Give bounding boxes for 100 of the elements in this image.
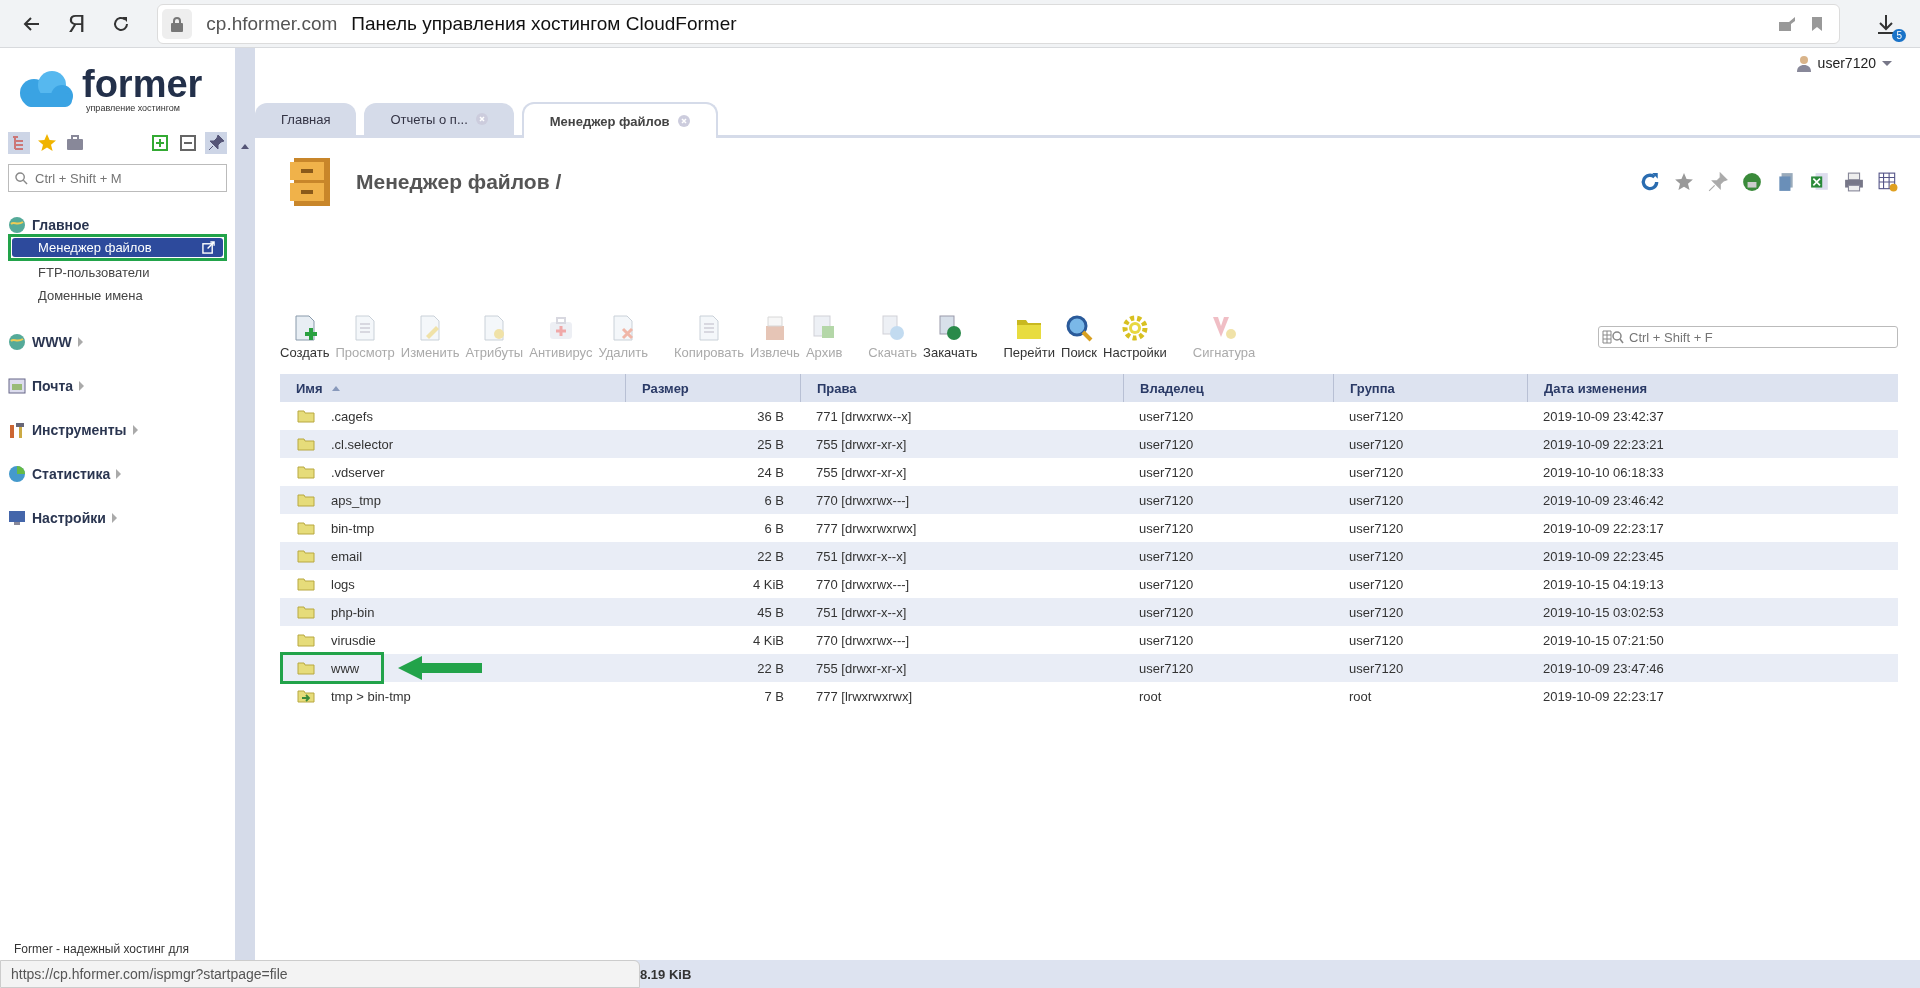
document-icon[interactable] — [1776, 172, 1796, 192]
table-cell: 22 B — [625, 542, 800, 570]
table-cell: 755 [drwxr-xr-x] — [800, 654, 1123, 682]
column-header[interactable]: Имя — [280, 374, 625, 402]
toolbar-button[interactable]: Создать — [280, 314, 330, 360]
bookmark-icon[interactable] — [1811, 15, 1823, 32]
brand-tagline: управление хостингом — [85, 103, 182, 113]
column-header[interactable]: Права — [800, 374, 1123, 402]
table-cell-text: 770 [drwxrwx---] — [815, 575, 911, 594]
table-search-field[interactable]: Ctrl + Shift + F — [1598, 326, 1898, 348]
star-icon[interactable] — [1674, 172, 1694, 192]
search-icon — [15, 172, 28, 185]
table-cell: user7120 — [1333, 430, 1527, 458]
menu-section[interactable]: Статистика — [8, 465, 227, 483]
table-cell-text: 755 [drwxr-xr-x] — [815, 463, 908, 482]
column-header[interactable]: Размер — [625, 374, 800, 402]
table-cell-text: user7120 — [1348, 463, 1405, 482]
globe-icon — [8, 216, 26, 234]
table-cell-text: 36 B — [756, 407, 785, 426]
table-cell: 6 B — [625, 486, 800, 514]
tab[interactable]: Менеджер файлов — [521, 102, 718, 138]
collapse-all-icon[interactable] — [177, 132, 199, 154]
printer-icon[interactable] — [1844, 172, 1864, 192]
menu-search-field[interactable]: Ctrl + Shift + M — [8, 164, 227, 192]
table-cell-text: user7120 — [1138, 519, 1195, 538]
table-cell-text: 771 [drwxrwx--x] — [815, 407, 913, 426]
table-cell: user7120 — [1123, 542, 1333, 570]
menu-section[interactable]: Почта — [8, 377, 227, 395]
file-name[interactable]: email — [331, 548, 363, 564]
table-cell: 2019-10-15 03:02:53 — [1527, 598, 1898, 626]
toolbar-button[interactable]: Настройки — [1103, 314, 1167, 360]
toolbar-button[interactable]: Закачать — [923, 314, 978, 360]
external-link-icon[interactable] — [202, 241, 215, 254]
file-name[interactable]: php-bin — [331, 604, 375, 620]
menu-item[interactable]: Доменные имена — [12, 288, 223, 303]
table-cell: 751 [drwxr-x--x] — [800, 598, 1123, 626]
address-bar[interactable]: cp.hformer.com Панель управления хостингом CloudFormer — [157, 3, 1840, 44]
browser-logo[interactable]: Я — [68, 9, 86, 38]
table-cell-text: 4 KiB — [751, 575, 785, 594]
file-name[interactable]: www — [331, 660, 360, 676]
table-cell-text: 2019-10-09 22:23:17 — [1542, 519, 1665, 538]
menu-section[interactable]: Главное — [8, 216, 227, 234]
table-cell-text: root — [1138, 687, 1163, 706]
table-cell: user7120 — [1333, 486, 1527, 514]
user-menu[interactable]: user7120 — [1795, 48, 1892, 78]
table-cell-text: 7 B — [763, 687, 785, 706]
table-cell: user7120 — [1123, 654, 1333, 682]
download-count: 5 — [1892, 28, 1906, 42]
tab[interactable]: Главная — [255, 103, 357, 135]
table-cell-text: user7120 — [1348, 631, 1405, 650]
globe-icon[interactable] — [1742, 172, 1762, 192]
page-title: Панель управления хостингом CloudFormer — [351, 12, 737, 35]
pin-icon[interactable] — [1708, 172, 1728, 192]
table-cell: user7120 — [1123, 598, 1333, 626]
menu-section[interactable]: WWW — [8, 333, 227, 351]
table-cell-text: user7120 — [1348, 519, 1405, 538]
table-cell-text: user7120 — [1348, 407, 1405, 426]
toolbar-button[interactable]: Перейти — [1003, 314, 1056, 360]
table-cell-text: 2019-10-10 06:18:33 — [1542, 463, 1665, 482]
collapse-up-icon[interactable] — [240, 142, 250, 150]
table-cell-text: user7120 — [1138, 631, 1195, 650]
menu-section[interactable]: Настройки — [8, 509, 227, 527]
column-header[interactable]: Дата изменения — [1527, 374, 1898, 402]
table-cell-text: 777 [lrwxrwxrwx] — [815, 687, 914, 706]
table-cell: user7120 — [1333, 542, 1527, 570]
page-heading: Менеджер файлов / — [356, 170, 562, 194]
tree-view-icon[interactable] — [8, 132, 30, 154]
expand-all-icon[interactable] — [149, 132, 171, 154]
menu-item[interactable]: FTP-пользователи — [12, 265, 223, 280]
table-cell-text: 6 B — [763, 519, 785, 538]
spreadsheet-icon[interactable] — [1810, 172, 1830, 192]
table-cell: 755 [drwxr-xr-x] — [800, 430, 1123, 458]
table-cell: 2019-10-09 23:46:42 — [1527, 486, 1898, 514]
file-name[interactable]: virusdie — [331, 632, 376, 648]
file-name[interactable]: .cagefs — [331, 408, 373, 424]
file-name[interactable]: tmp > bin-tmp — [331, 688, 411, 704]
table-cell: user7120 — [1333, 654, 1527, 682]
pie-chart-icon — [8, 465, 26, 483]
table-settings-icon[interactable] — [1878, 172, 1898, 192]
menu-item[interactable]: Менеджер файлов — [12, 238, 223, 257]
status-text: 8.19 KiB — [640, 966, 692, 982]
refresh-icon[interactable] — [1640, 172, 1660, 192]
tab[interactable]: Отчеты о п... — [364, 103, 514, 135]
file-name[interactable]: .cl.selector — [331, 436, 394, 452]
download-icon — [1876, 12, 1896, 35]
pin-icon[interactable] — [205, 132, 227, 154]
menu-section[interactable]: Инструменты — [8, 421, 227, 439]
table-cell: 22 B — [625, 654, 800, 682]
download-button[interactable]: 5 — [1866, 3, 1906, 44]
table-cell: 25 B — [625, 430, 800, 458]
toolbar-button[interactable]: Поиск — [1061, 314, 1098, 360]
file-name[interactable]: aps_tmp — [331, 492, 381, 508]
user-icon — [1795, 54, 1812, 72]
file-name[interactable]: logs — [331, 576, 355, 592]
table-cell-text: 777 [drwxrwxrwx] — [815, 519, 918, 538]
column-header[interactable]: Группа — [1333, 374, 1527, 402]
file-name[interactable]: .vdserver — [331, 464, 385, 480]
file-name[interactable]: bin-tmp — [331, 520, 375, 536]
column-header[interactable]: Владелец — [1123, 374, 1333, 402]
table-cell: 2019-10-09 22:23:21 — [1527, 430, 1898, 458]
